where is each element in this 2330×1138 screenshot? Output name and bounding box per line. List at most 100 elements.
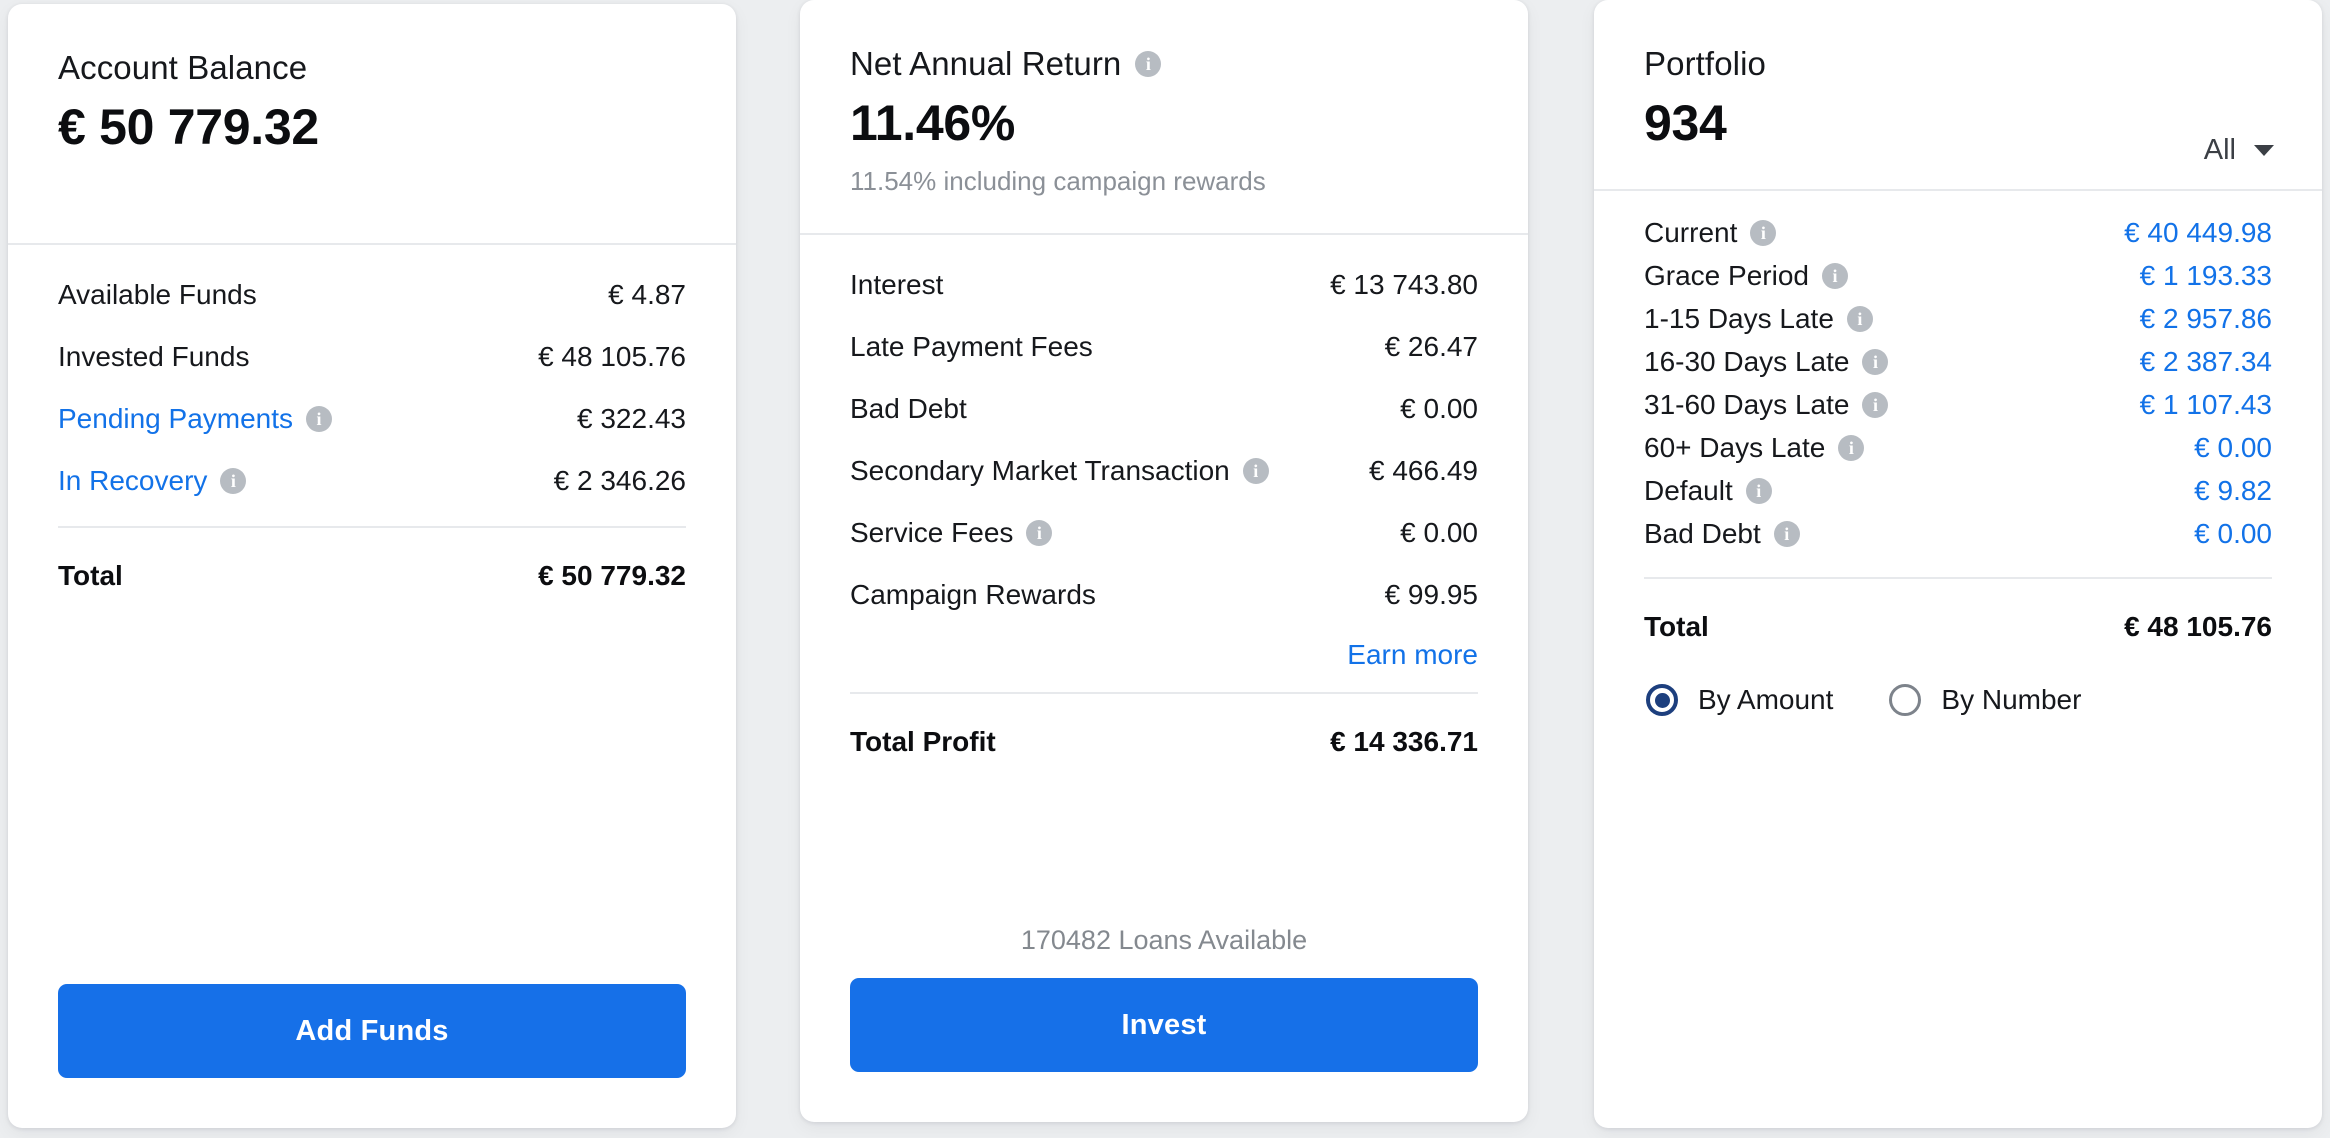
dashboard-cards-board: Account Balance € 50 779.32 Available Fu… (0, 0, 2330, 1138)
portfolio-filter-dropdown[interactable]: All (2204, 133, 2274, 167)
radio-unselected-icon[interactable] (1889, 684, 1922, 716)
row-label-text: Secondary Market Transaction (850, 454, 1230, 486)
row-label-text: 31-60 Days Late (1644, 389, 1850, 420)
info-icon[interactable]: i (220, 467, 247, 494)
net-annual-return-amount: 11.46% (850, 95, 1016, 151)
table-row: 16-30 Days Late i € 2 387.34 (1644, 340, 2272, 383)
table-row: Campaign Rewards € 99.95 (850, 573, 1478, 616)
row-value[interactable]: € 40 449.98 (2124, 211, 2272, 254)
row-label-text: Interest (850, 268, 944, 300)
account-balance-footer: Add Funds (8, 984, 736, 1128)
portfolio-filter-label: All (2203, 134, 2236, 166)
total-label: Total (58, 560, 123, 591)
portfolio-card: Portfolio 934 All Current i € 40 449.98 Gra… (1594, 0, 2322, 1128)
header-spacer (850, 197, 1478, 233)
portfolio-footer (1594, 1078, 2322, 1128)
row-value: € 0.00 (1400, 392, 1478, 424)
row-value[interactable]: € 0.00 (2194, 426, 2272, 469)
info-icon[interactable]: i (306, 405, 333, 432)
row-value[interactable]: € 1 193.33 (2140, 254, 2272, 297)
row-value: € 0.00 (1400, 516, 1478, 548)
row-label-text: Pending Payments (58, 402, 294, 434)
row-label: 1-15 Days Late i (1644, 297, 1873, 340)
table-row: Default i € 9.82 (1644, 469, 2272, 512)
row-label[interactable]: Pending Payments i (58, 402, 333, 436)
row-value: € 466.49 (1369, 454, 1478, 486)
row-value[interactable]: € 2 957.86 (2140, 297, 2272, 340)
row-value: € 99.95 (1384, 578, 1478, 610)
portfolio-rows: Current i € 40 449.98 Grace Period i € 1 193.… (1644, 191, 2272, 555)
net-annual-return-total-row: Total Profit € 14 336.71 (850, 722, 1478, 762)
info-icon[interactable]: i (1773, 520, 1800, 547)
info-icon[interactable]: i (1838, 434, 1865, 461)
row-label-text: Grace Period (1644, 260, 1809, 291)
row-value[interactable]: € 0.00 (2194, 512, 2272, 555)
earn-more-link[interactable]: Earn more (850, 638, 1478, 672)
row-label-text: 1-15 Days Late (1644, 303, 1834, 334)
row-label-text: Bad Debt (850, 392, 967, 424)
net-annual-return-rows: Interest € 13 743.80 Late Payment Fees € 26… (850, 235, 1478, 616)
add-funds-button[interactable]: Add Funds (58, 984, 686, 1078)
row-value: € 2 346.26 (553, 464, 686, 496)
table-row: 60+ Days Late i € 0.00 (1644, 426, 2272, 469)
total-value: € 48 105.76 (2124, 611, 2272, 642)
info-icon[interactable]: i (1750, 219, 1777, 246)
row-label-text: 16-30 Days Late (1644, 346, 1850, 377)
chevron-down-icon (2254, 144, 2274, 156)
row-label: 60+ Days Late i (1644, 426, 1865, 469)
account-balance-amount: € 50 779.32 (58, 99, 319, 155)
info-icon[interactable]: i (1846, 305, 1873, 332)
info-icon[interactable]: i (1862, 348, 1889, 375)
table-row: Invested Funds € 48 105.76 (58, 335, 686, 378)
portfolio-title: Portfolio (1644, 44, 2272, 84)
account-balance-title: Account Balance (58, 48, 686, 88)
row-value[interactable]: € 9.82 (2194, 469, 2272, 512)
table-row: In Recovery i € 2 346.26 (58, 459, 686, 502)
account-balance-header: Account Balance € 50 779.32 (8, 4, 736, 243)
total-divider (58, 526, 686, 528)
radio-selected-icon[interactable] (1646, 684, 1678, 716)
table-row: Interest € 13 743.80 (850, 263, 1478, 306)
row-value: € 13 743.80 (1330, 268, 1478, 300)
row-value: € 26.47 (1384, 330, 1478, 362)
row-label: Bad Debt i (1644, 512, 1800, 555)
table-row: Pending Payments i € 322.43 (58, 397, 686, 440)
portfolio-view-toggle: By Amount By Number (1644, 683, 2272, 717)
row-label: Bad Debt (850, 392, 967, 426)
row-label: Campaign Rewards (850, 578, 1096, 612)
row-label-text: Bad Debt (1644, 518, 1761, 549)
row-label-text: Service Fees (850, 516, 1014, 548)
total-divider (850, 692, 1478, 694)
table-row: Current i € 40 449.98 (1644, 211, 2272, 254)
row-label: Current i (1644, 211, 1777, 254)
table-row: 1-15 Days Late i € 2 957.86 (1644, 297, 2272, 340)
header-spacer (1644, 153, 2272, 189)
account-balance-total-row: Total € 50 779.32 (58, 556, 686, 596)
info-icon[interactable]: i (1821, 262, 1848, 289)
portfolio-body: Current i € 40 449.98 Grace Period i € 1 193.… (1594, 191, 2322, 1078)
row-label-text: Current (1644, 217, 1738, 248)
row-label[interactable]: In Recovery i (58, 464, 247, 498)
info-icon[interactable]: i (1862, 391, 1889, 418)
row-label: Secondary Market Transaction i (850, 454, 1269, 488)
row-value: € 322.43 (577, 402, 686, 434)
invest-button[interactable]: Invest (850, 978, 1478, 1072)
total-label: Total (1644, 611, 1709, 642)
account-balance-body: Available Funds € 4.87 Invested Funds € 48 … (8, 245, 736, 984)
row-label: Available Funds (58, 278, 257, 312)
row-label-text: Available Funds (58, 278, 257, 310)
row-value[interactable]: € 2 387.34 (2140, 340, 2272, 383)
row-value[interactable]: € 1 107.43 (2140, 383, 2272, 426)
table-row: Late Payment Fees € 26.47 (850, 325, 1478, 368)
table-row: Secondary Market Transaction i € 466.49 (850, 449, 1478, 492)
row-value: € 48 105.76 (538, 340, 686, 372)
radio-option-label: By Number (1941, 684, 2082, 715)
radio-option-by-number[interactable]: By Number (1889, 683, 2081, 717)
info-icon[interactable]: i (1135, 51, 1162, 77)
info-icon[interactable]: i (1242, 457, 1269, 484)
radio-option-by-amount[interactable]: By Amount (1646, 683, 1833, 717)
info-icon[interactable]: i (1026, 519, 1053, 546)
header-spacer (58, 157, 686, 243)
row-label: 16-30 Days Late i (1644, 340, 1889, 383)
info-icon[interactable]: i (1745, 477, 1772, 504)
